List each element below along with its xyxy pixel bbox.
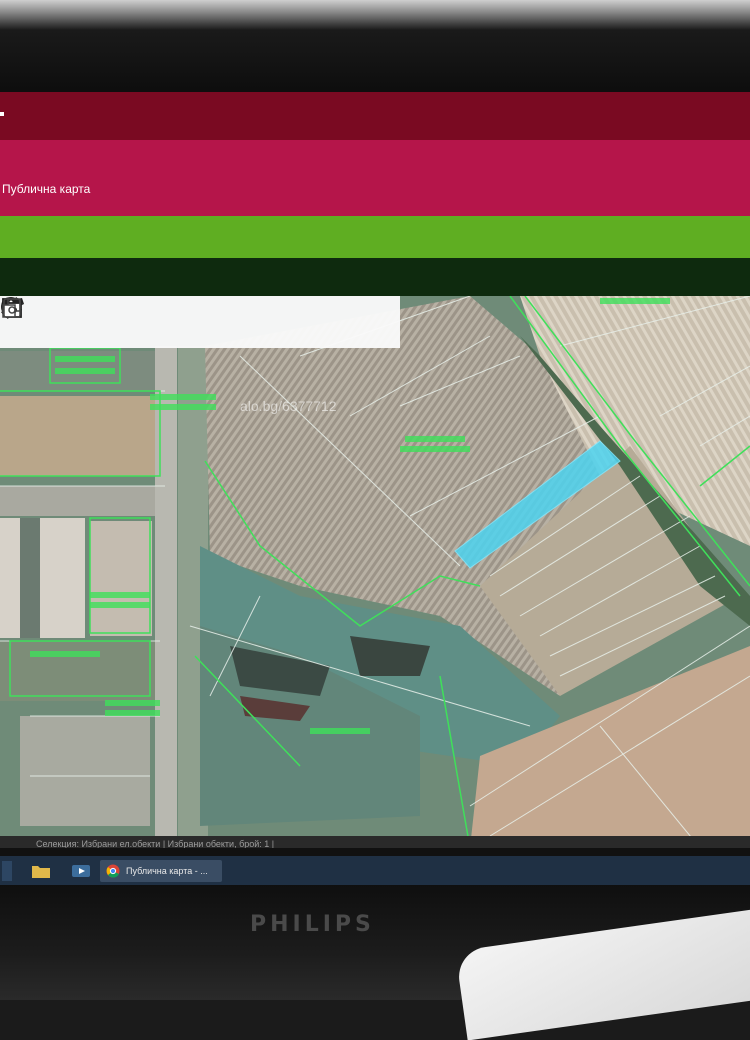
layers-icon[interactable]	[2, 298, 302, 342]
map-view[interactable]: alo.bg/6377712 Селекция: Избрани ел.обек…	[0, 296, 750, 848]
windows-taskbar: Публична карта - ...	[0, 856, 750, 886]
taskbar-task-label: Публична карта - ...	[126, 866, 208, 876]
app-title-bar: Публична карта	[0, 140, 750, 216]
select-area-icon[interactable]	[3, 299, 206, 342]
page-title: Публична карта	[2, 182, 91, 196]
monitor-bezel-top	[0, 0, 750, 95]
info-icon[interactable]	[1, 297, 254, 342]
taskbar-task-public-map[interactable]: Публична карта - ...	[100, 860, 222, 882]
folder-icon[interactable]	[30, 861, 52, 881]
field	[0, 396, 160, 476]
copy-icon[interactable]	[2, 298, 350, 342]
map-canvas[interactable]: alo.bg/6377712	[0, 296, 750, 848]
watermark: alo.bg/6377712	[240, 398, 337, 414]
ruler-icon[interactable]	[0, 296, 158, 342]
chrome-icon	[106, 864, 120, 878]
screen: Публична карта alo.bg/6377712 Селекция: …	[0, 92, 750, 888]
map-toolbar	[0, 296, 400, 348]
monitor-brand: PHILIPS	[250, 912, 375, 937]
menu-strip	[0, 258, 750, 296]
bulgaria-map-icon[interactable]	[2, 298, 110, 342]
location-icon[interactable]	[3, 298, 398, 342]
green-banner	[0, 216, 750, 258]
status-bar: Селекция: Избрани ел.обекти | Избрани об…	[0, 836, 750, 848]
header-dot	[0, 112, 4, 116]
browser-header	[0, 92, 750, 140]
start-button[interactable]	[2, 861, 12, 881]
media-player-icon[interactable]	[70, 861, 92, 881]
